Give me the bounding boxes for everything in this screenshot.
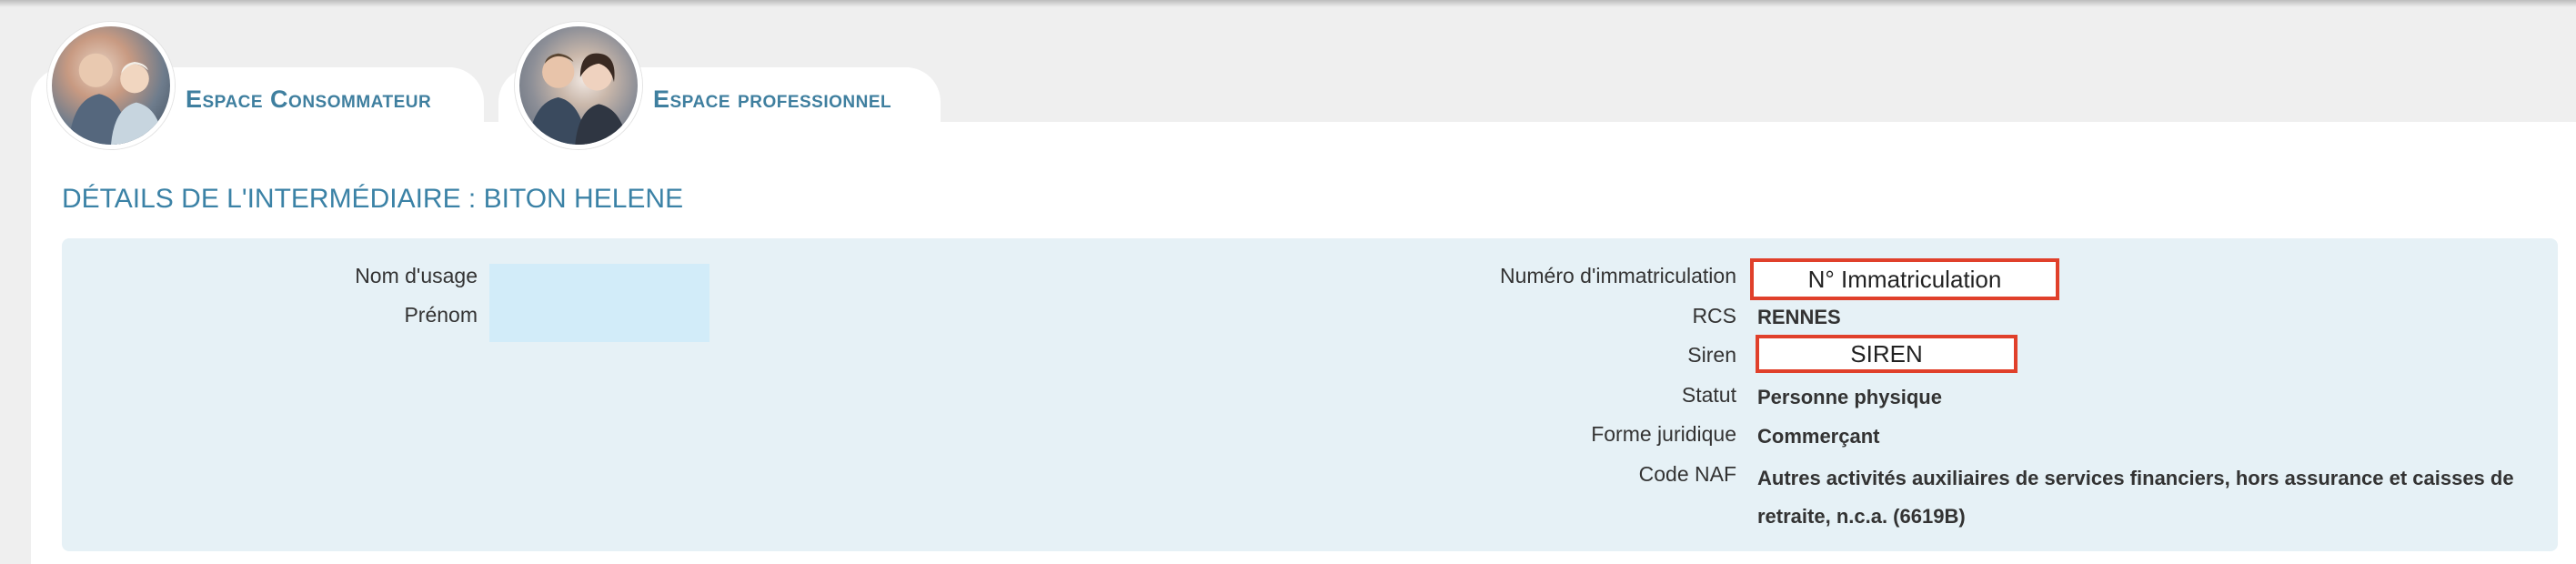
immat-value: N° Immatriculation <box>1750 258 2059 300</box>
tab-consumer-label[interactable]: Espace Consommateur <box>186 86 431 114</box>
top-shadow <box>0 0 2576 7</box>
siren-label: Siren <box>1687 343 1736 367</box>
professional-avatar[interactable] <box>515 22 642 149</box>
code-naf-value: Autres activités auxiliaires de services… <box>1757 467 2514 528</box>
consumer-avatar[interactable] <box>47 22 175 149</box>
statut-label: Statut <box>1681 383 1736 407</box>
nom-usage-label: Nom d'usage <box>355 264 478 287</box>
forme-juridique-value: Commerçant <box>1757 425 1880 448</box>
page-title: DÉTAILS DE L'INTERMÉDIAIRE : BITON HELEN… <box>62 184 684 214</box>
statut-value: Personne physique <box>1757 386 1942 408</box>
prenom-label: Prénom <box>404 303 478 327</box>
tab-professional-label[interactable]: Espace professionnel <box>653 86 891 114</box>
code-naf-label: Code NAF <box>1638 462 1736 486</box>
immat-label: Numéro d'immatriculation <box>1499 264 1736 287</box>
rcs-value: RENNES <box>1757 306 1841 328</box>
rcs-label: RCS <box>1692 304 1736 327</box>
siren-value: SIREN <box>1756 335 2018 373</box>
forme-juridique-label: Forme juridique <box>1591 422 1736 446</box>
redacted-name-field <box>489 264 709 342</box>
